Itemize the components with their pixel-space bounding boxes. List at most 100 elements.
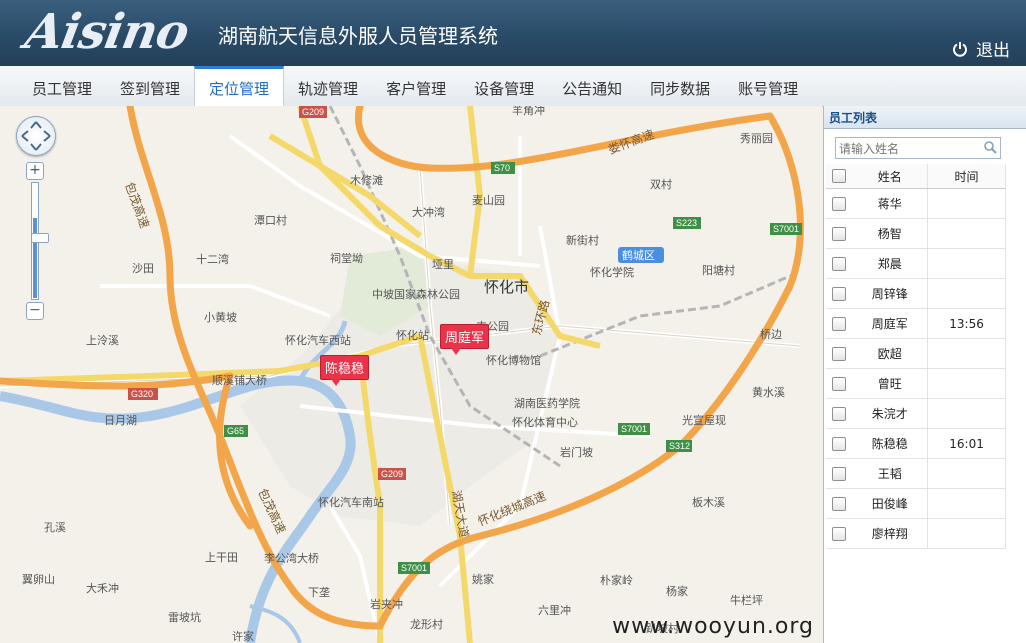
- watermark: www.wooyun.org: [612, 614, 814, 639]
- road-label-louhuai: 娄怀高速: [606, 126, 656, 157]
- row-checkbox[interactable]: [832, 406, 847, 421]
- map-pan-control[interactable]: [16, 116, 56, 156]
- pan-arrows-icon: [21, 121, 51, 151]
- employee-time: [927, 458, 1006, 489]
- svg-text:雷坡坑: 雷坡坑: [168, 610, 201, 624]
- employee-marker-zhou[interactable]: 周庭军: [440, 324, 490, 355]
- map-view[interactable]: 怀化市 鹤城区 娄怀高速 包茂高速 包茂高速 怀化绕城高速 东环路 湖天大道 S…: [0, 106, 822, 643]
- svg-text:S7001: S7001: [401, 563, 427, 573]
- employee-marker-chen[interactable]: 陈稳稳: [320, 355, 370, 386]
- zoom-slider-handle[interactable]: [31, 233, 49, 243]
- logout-button[interactable]: 退出: [952, 36, 1010, 61]
- svg-text:板木溪: 板木溪: [692, 495, 725, 509]
- row-checkbox[interactable]: [832, 466, 847, 481]
- row-checkbox[interactable]: [832, 346, 847, 361]
- tab-sync-data[interactable]: 同步数据: [636, 66, 724, 106]
- table-row[interactable]: 陈稳稳 16:01: [826, 428, 1006, 459]
- table-row[interactable]: 曾旺: [826, 368, 1006, 399]
- svg-text:岩夹冲: 岩夹冲: [370, 597, 403, 611]
- table-row[interactable]: 朱浣才: [826, 398, 1006, 429]
- employee-time: [927, 398, 1006, 429]
- district-label: 鹤城区: [622, 248, 655, 262]
- aisino-logo: Aisino: [21, 4, 193, 60]
- row-checkbox[interactable]: [832, 316, 847, 331]
- svg-text:龙形村: 龙形村: [410, 617, 443, 631]
- employee-time: [927, 368, 1006, 399]
- svg-text:怀化汽车南站: 怀化汽车南站: [318, 495, 384, 509]
- employee-panel: 员工列表 姓名 时间 蒋华 杨智 郑晨 周锌锋 周庭军13:56 欧超 曾旺 朱…: [823, 106, 1026, 643]
- employee-name: 田俊峰: [852, 488, 929, 519]
- svg-text:岩门坡: 岩门坡: [560, 445, 593, 459]
- svg-text:光宣屋现: 光宣屋现: [682, 413, 726, 427]
- zoom-in-button[interactable]: +: [26, 162, 44, 180]
- tab-track-management[interactable]: 轨迹管理: [284, 66, 372, 106]
- table-row[interactable]: 蒋华: [826, 188, 1006, 219]
- svg-text:姚家: 姚家: [472, 572, 494, 586]
- employee-name: 朱浣才: [852, 398, 929, 429]
- svg-text:S7001: S7001: [773, 224, 799, 234]
- employee-time: [927, 518, 1006, 549]
- employee-time: [927, 188, 1006, 219]
- city-label: 怀化市: [484, 279, 529, 296]
- svg-text:S70: S70: [494, 163, 510, 173]
- zoom-level-fill: [33, 218, 37, 298]
- svg-text:中坡国家森林公园: 中坡国家森林公园: [372, 287, 460, 301]
- row-checkbox[interactable]: [832, 526, 847, 541]
- table-row[interactable]: 王韬: [826, 458, 1006, 489]
- employee-time: 16:01: [927, 428, 1006, 459]
- tab-employee-management[interactable]: 员工管理: [18, 66, 106, 106]
- svg-text:顺溪铺大桥: 顺溪铺大桥: [212, 373, 267, 387]
- tab-account-management[interactable]: 账号管理: [724, 66, 812, 106]
- panel-title: 员工列表: [824, 106, 1026, 129]
- map-canvas: 怀化市 鹤城区 娄怀高速 包茂高速 包茂高速 怀化绕城高速 东环路 湖天大道 S…: [0, 106, 804, 643]
- employee-time: [927, 278, 1006, 309]
- name-search-input[interactable]: [836, 140, 979, 158]
- table-row[interactable]: 周庭军 13:56: [826, 308, 1006, 339]
- employee-name: 杨智: [852, 218, 929, 249]
- row-checkbox[interactable]: [832, 256, 847, 271]
- svg-text:小黄坡: 小黄坡: [204, 310, 237, 324]
- svg-text:牛栏坪: 牛栏坪: [730, 593, 763, 607]
- row-checkbox[interactable]: [832, 436, 847, 451]
- table-row[interactable]: 杨智: [826, 218, 1006, 249]
- row-checkbox[interactable]: [832, 286, 847, 301]
- tab-announcements[interactable]: 公告通知: [548, 66, 636, 106]
- tab-location-management[interactable]: 定位管理: [194, 66, 285, 106]
- row-checkbox[interactable]: [832, 496, 847, 511]
- svg-text:G209: G209: [302, 107, 324, 117]
- table-row[interactable]: 欧超: [826, 338, 1006, 369]
- table-row[interactable]: 田俊峰: [826, 488, 1006, 519]
- row-checkbox[interactable]: [832, 226, 847, 241]
- svg-text:双村: 双村: [650, 177, 672, 191]
- svg-text:垭里: 垭里: [432, 258, 454, 271]
- svg-text:大禾冲: 大禾冲: [86, 581, 119, 595]
- svg-text:秀丽园: 秀丽园: [740, 132, 773, 145]
- zoom-slider-track[interactable]: [31, 182, 49, 300]
- table-row[interactable]: 郑晨: [826, 248, 1006, 279]
- svg-text:湖南医药学院: 湖南医药学院: [514, 396, 580, 410]
- search-icon[interactable]: [983, 140, 997, 154]
- tab-checkin-management[interactable]: 签到管理: [106, 66, 194, 106]
- power-icon: [953, 41, 967, 57]
- employee-name: 王韬: [852, 458, 929, 489]
- zoom-out-button[interactable]: −: [26, 302, 44, 320]
- svg-text:G65: G65: [227, 426, 244, 436]
- employee-time: [927, 338, 1006, 369]
- svg-text:大冲湾: 大冲湾: [412, 205, 445, 219]
- svg-text:许家: 许家: [232, 629, 254, 643]
- tab-customer-management[interactable]: 客户管理: [372, 66, 460, 106]
- row-checkbox[interactable]: [832, 196, 847, 211]
- svg-text:祠堂坳: 祠堂坳: [330, 251, 363, 265]
- svg-text:翼卵山: 翼卵山: [22, 573, 55, 586]
- svg-text:潭口村: 潭口村: [254, 213, 287, 227]
- table-row[interactable]: 周锌锋: [826, 278, 1006, 309]
- svg-text:杨家: 杨家: [666, 584, 688, 598]
- select-all-checkbox[interactable]: [832, 169, 847, 184]
- svg-text:下垄: 下垄: [308, 585, 330, 599]
- table-row[interactable]: 廖梓翔: [826, 518, 1006, 549]
- row-checkbox[interactable]: [832, 376, 847, 391]
- employee-time: 13:56: [927, 308, 1006, 339]
- tab-device-management[interactable]: 设备管理: [460, 66, 548, 106]
- column-name[interactable]: 姓名: [852, 164, 929, 189]
- column-time[interactable]: 时间: [927, 164, 1006, 189]
